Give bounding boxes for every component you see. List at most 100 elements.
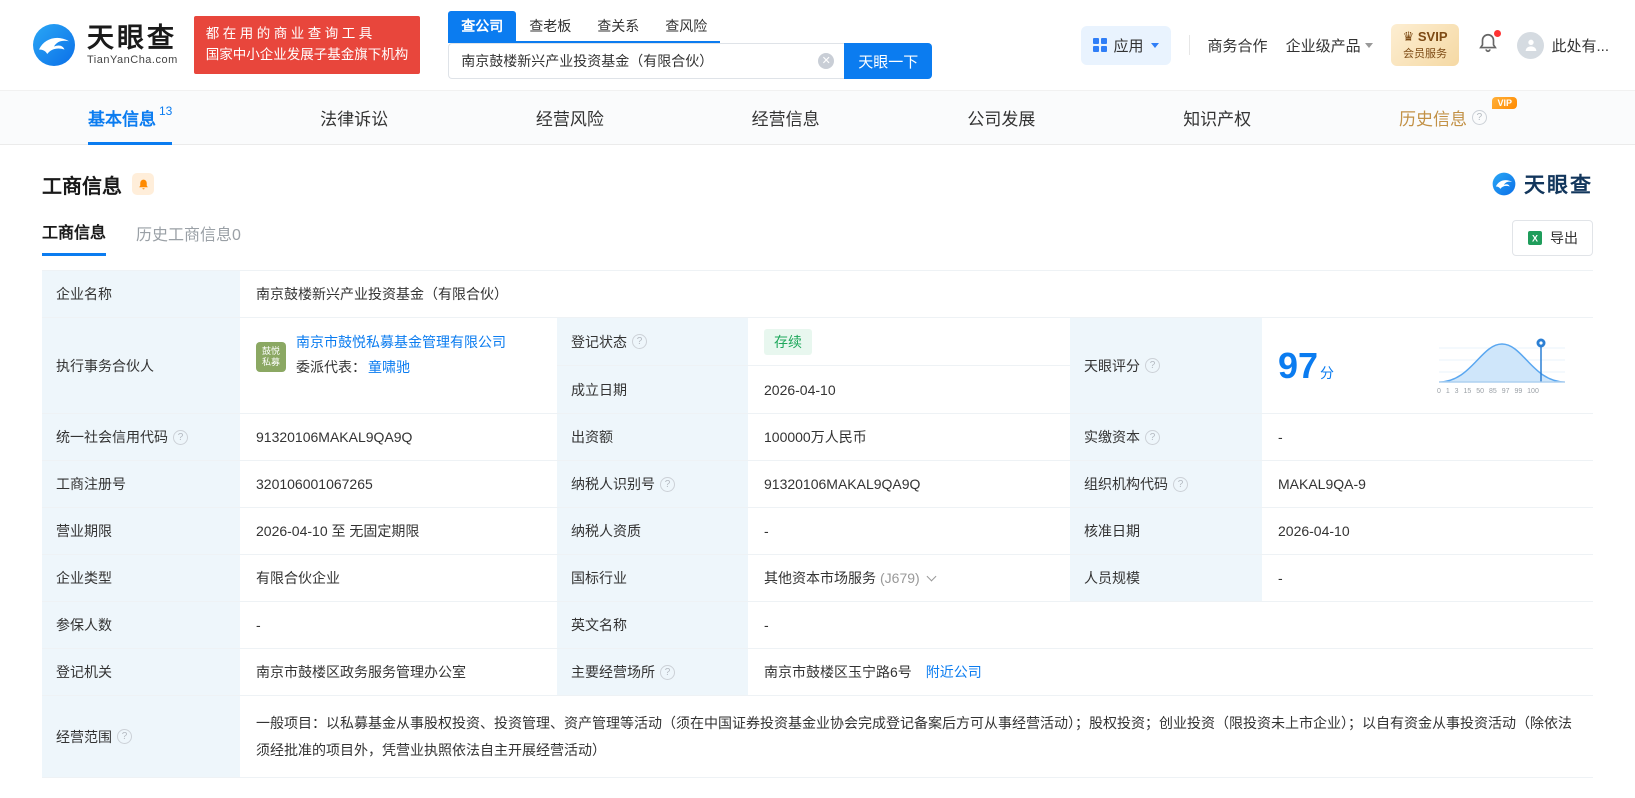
tab-legal-litigation[interactable]: 法律诉讼: [320, 91, 388, 144]
chevron-down-icon[interactable]: [926, 571, 937, 581]
notification-dot: [1494, 30, 1502, 37]
top-header: 天眼查 TianYanCha.com 都在用的商业查询工具 国家中小企业发展子基…: [0, 0, 1635, 90]
approval-date-value: 2026-04-10: [1262, 508, 1593, 554]
tab-basic-info[interactable]: 基本信息 13: [88, 91, 173, 145]
vip-tag: VIP: [1492, 97, 1517, 109]
established-label: 成立日期: [557, 366, 748, 413]
tab-history-info[interactable]: 历史信息 ? VIP: [1399, 91, 1517, 144]
search-tabs: 查公司 查老板 查关系 查风险: [448, 11, 721, 43]
divider: [1188, 35, 1190, 55]
notification-bell-icon[interactable]: [1477, 30, 1502, 58]
table-row: 登记机关 南京市鼓楼区政务服务管理办公室 主要经营场所? 南京市鼓楼区玉宁路6号…: [42, 649, 1593, 696]
tab-basic-info-count: 13: [159, 103, 173, 118]
help-icon[interactable]: ?: [660, 476, 675, 492]
industry-label: 国标行业: [557, 555, 748, 601]
tax-quality-value: -: [748, 508, 1070, 554]
established-value: 2026-04-10: [748, 366, 1070, 413]
help-icon[interactable]: ?: [660, 664, 675, 680]
status-value: 存续: [748, 318, 1070, 365]
help-icon[interactable]: ?: [1145, 358, 1160, 373]
subtab-history-business-info[interactable]: 历史工商信息0: [136, 221, 241, 255]
avatar: [1517, 31, 1545, 59]
paid-capital-value: -: [1262, 414, 1593, 460]
search-area: 查公司 查老板 查关系 查风险 ✕ 天眼一下: [448, 11, 933, 79]
search-tab-company[interactable]: 查公司: [448, 11, 517, 43]
approval-date-label: 核准日期: [1070, 508, 1262, 554]
partner-company-link[interactable]: 南京市鼓悦私募基金管理有限公司: [296, 330, 506, 355]
search-button[interactable]: 天眼一下: [844, 43, 933, 79]
org-code-value: MAKAL9QA-9: [1262, 461, 1593, 507]
tab-intellectual-property[interactable]: 知识产权: [1183, 91, 1251, 144]
company-name-value: 南京鼓楼新兴产业投资基金（有限合伙）: [240, 271, 1593, 317]
term-value: 2026-04-10 至 无固定期限: [240, 508, 557, 554]
search-tab-risk[interactable]: 查风险: [652, 11, 721, 43]
term-label: 营业期限: [42, 508, 240, 554]
section-header: 工商信息 天眼查: [0, 145, 1635, 199]
user-account-button[interactable]: 此处有...: [1517, 31, 1609, 59]
banner-line1: 都在用的商业查询工具: [205, 26, 376, 42]
rep-person-link[interactable]: 童啸驰: [368, 357, 410, 377]
scope-value: 一般项目：以私募基金从事股权投资、投资管理、资产管理等活动（须在中国证券投资基金…: [240, 696, 1593, 778]
org-code-label: 组织机构代码?: [1070, 461, 1262, 507]
subscribe-bell-icon[interactable]: [132, 173, 154, 195]
partner-logo-line2: 私募: [261, 357, 280, 367]
apps-label: 应用: [1113, 37, 1144, 55]
score-value[interactable]: 97 分: [1278, 345, 1334, 387]
reg-no-value: 320106001067265: [240, 461, 557, 507]
tax-id-value: 91320106MAKAL9QA9Q: [748, 461, 1070, 507]
header-right: 应用 商务合作 企业级产品 ♛ SVIP 会员服务 此处有...: [1080, 24, 1609, 66]
help-icon[interactable]: ?: [117, 729, 132, 745]
help-icon[interactable]: ?: [632, 334, 647, 349]
search-input[interactable]: [448, 43, 845, 79]
status-badge: 存续: [764, 328, 812, 355]
subtab-business-info[interactable]: 工商信息: [42, 219, 107, 256]
username: 此处有...: [1551, 37, 1609, 55]
staff-size-value: -: [1262, 555, 1593, 601]
score-curve-icon: [1438, 338, 1566, 383]
apps-menu-button[interactable]: 应用: [1080, 25, 1171, 65]
score-cell: 97 分 0 1 3 15 50 85 97 99 100: [1262, 318, 1593, 413]
industry-text: 其他资本市场服务: [764, 570, 876, 586]
export-button[interactable]: X 导出: [1512, 219, 1593, 256]
tab-basic-info-label: 基本信息: [88, 110, 156, 129]
fund-value: 100000万人民币: [748, 414, 1070, 460]
nearby-companies-link[interactable]: 附近公司: [926, 662, 982, 682]
company-name-label: 企业名称: [42, 271, 240, 317]
table-row: 营业期限 2026-04-10 至 无固定期限 纳税人资质 - 核准日期 202…: [42, 508, 1593, 555]
reg-no-label: 工商注册号: [42, 461, 240, 507]
help-icon[interactable]: ?: [1471, 110, 1487, 125]
industry-value: 其他资本市场服务 (J679): [748, 555, 1070, 601]
table-row: 企业名称 南京鼓楼新兴产业投资基金（有限合伙）: [42, 271, 1593, 318]
score-axis-labels: 0 1 3 15 50 85 97 99 100: [1437, 388, 1539, 395]
help-icon[interactable]: ?: [1145, 429, 1160, 445]
help-icon[interactable]: ?: [173, 429, 188, 445]
tab-operation-info[interactable]: 经营信息: [752, 91, 820, 144]
tianyancha-logo[interactable]: 天眼查 TianYanCha.com: [30, 21, 178, 69]
banner-line2: 国家中小企业发展子基金旗下机构: [205, 47, 409, 62]
table-row: 执行事务合伙人 鼓悦 私募 南京市鼓悦私募基金管理有限公司 委派代表： 童啸驰 …: [42, 318, 1593, 414]
tab-operation-risk[interactable]: 经营风险: [536, 91, 604, 144]
svip-membership-button[interactable]: ♛ SVIP 会员服务: [1390, 24, 1460, 66]
watermark-brand-text: 天眼查: [1524, 174, 1593, 197]
apps-grid-icon: [1092, 38, 1107, 52]
table-row: 参保人数 - 英文名称 -: [42, 602, 1593, 649]
address-text: 南京市鼓楼区玉宁路6号: [764, 664, 912, 680]
business-place-label: 主要经营场所?: [557, 649, 748, 695]
section-title: 工商信息: [42, 175, 122, 198]
enterprise-product-link[interactable]: 企业级产品: [1286, 35, 1373, 56]
partner-label: 执行事务合伙人: [42, 318, 240, 413]
svg-text:X: X: [1532, 233, 1538, 243]
logo-brand-text: 天眼查: [87, 23, 177, 54]
business-cooperation-link[interactable]: 商务合作: [1208, 35, 1268, 56]
help-icon[interactable]: ?: [1173, 476, 1188, 492]
logo-domain-text: TianYanCha.com: [87, 53, 178, 66]
promo-banner: 都在用的商业查询工具 国家中小企业发展子基金旗下机构: [193, 16, 421, 74]
credit-code-value: 91320106MAKAL9QA9Q: [240, 414, 557, 460]
search-tab-boss[interactable]: 查老板: [516, 11, 585, 43]
search-tab-relation[interactable]: 查关系: [584, 11, 653, 43]
tab-company-development[interactable]: 公司发展: [967, 91, 1035, 144]
rep-label: 委派代表：: [296, 359, 366, 376]
partner-cell: 鼓悦 私募 南京市鼓悦私募基金管理有限公司 委派代表： 童啸驰: [240, 318, 557, 413]
paid-capital-label: 实缴资本?: [1070, 414, 1262, 460]
company-type-value: 有限合伙企业: [240, 555, 557, 601]
